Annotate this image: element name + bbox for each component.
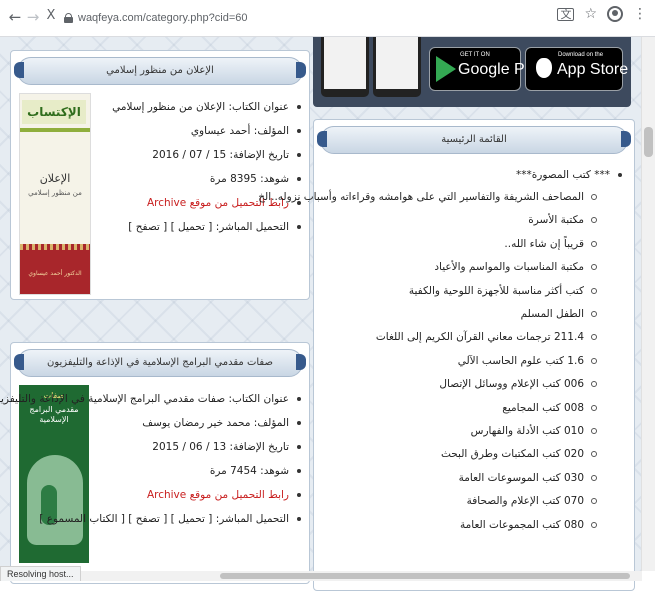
account-icon[interactable] <box>607 6 623 22</box>
horizontal-scrollbar-thumb[interactable] <box>220 573 630 579</box>
book-views-field: شوهد: 7454 مرة <box>91 459 301 483</box>
menu-subcategory-item[interactable]: 030 كتب الموسوعات العامة <box>324 467 624 490</box>
app-download-banner: GET IT ON Google Play Download on the Ap… <box>313 37 631 107</box>
google-play-icon <box>436 56 456 82</box>
lock-icon <box>64 13 73 23</box>
vertical-scrollbar[interactable] <box>641 37 655 571</box>
menu-subcategory-item[interactable]: 020 كتب المكتبات وطرق البحث <box>324 443 624 466</box>
menu-subcategory-item[interactable]: 006 كتب الإعلام ووسائل الإتصال <box>324 373 624 396</box>
cover-subtitle: من منظور إسلامي <box>28 189 82 197</box>
browser-toolbar: ← → X waqfeya.com/category.php?cid=60 文 … <box>0 0 655 37</box>
phone-image <box>373 37 421 97</box>
menu-category-photographed-books[interactable]: *** كتب المصورة*** <box>324 164 624 186</box>
bookmark-star-icon[interactable]: ☆ <box>584 6 597 22</box>
browser-menu-icon[interactable]: ⋮ <box>633 6 647 22</box>
book-panel-header: صفات مقدمي البرامج الإسلامية في الإذاعة … <box>14 349 306 377</box>
main-menu-title: القائمة الرئيسية <box>441 134 507 145</box>
book-panel: الإعلان من منظور إسلامي الإكتساب الإعلان… <box>10 50 310 300</box>
book-author-field: المؤلف: أحمد عيساوي <box>96 119 301 143</box>
menu-subcategory-item[interactable]: 211.4 ترجمات معاني القرآن الكريم إلى الل… <box>324 326 624 349</box>
stop-icon[interactable]: X <box>42 8 60 23</box>
book-date-field: تاريخ الإضافة: 13 / 06 / 2015 <box>91 435 301 459</box>
google-play-button[interactable]: GET IT ON Google Play <box>429 47 545 91</box>
cover-author: الدكتور أحمد عيساوي <box>28 270 82 277</box>
main-menu-header: القائمة الرئيسية <box>317 126 631 154</box>
book-panel: صفات مقدمي البرامج الإسلامية في الإذاعة … <box>0 342 310 584</box>
back-icon[interactable]: ← <box>6 8 24 26</box>
url-text[interactable]: waqfeya.com/category.php?cid=60 <box>78 12 248 24</box>
main-menu-panel: القائمة الرئيسية *** كتب المصورة*** المص… <box>258 119 635 591</box>
address-bar[interactable]: waqfeya.com/category.php?cid=60 <box>64 8 248 28</box>
book-author-field: المؤلف: محمد خير رمضان يوسف <box>91 411 301 435</box>
menu-subcategory-item[interactable]: مكتبة المناسبات والمواسم والأعياد <box>324 256 624 279</box>
google-play-small-label: GET IT ON <box>460 52 490 58</box>
book-cover-image[interactable]: الإكتساب الإعلان من منظور إسلامي الدكتور… <box>19 93 91 295</box>
apple-icon <box>536 58 552 78</box>
scrollbar-thumb[interactable] <box>644 127 653 157</box>
book-panel-header: الإعلان من منظور إسلامي <box>14 57 306 85</box>
status-bar: Resolving host... <box>0 566 81 581</box>
direct-download-links[interactable]: التحميل المباشر: [ تحميل ] [ تصفح ] [ ال… <box>39 507 301 531</box>
menu-subcategory-item[interactable]: كتب أكثر مناسبة للأجهزة اللوحية والكفية <box>324 280 624 303</box>
book-header-title[interactable]: الإعلان من منظور إسلامي <box>106 65 214 76</box>
menu-subcategory-item[interactable]: مكتبة الأسرة <box>324 209 624 232</box>
book-date-field: تاريخ الإضافة: 15 / 07 / 2016 <box>96 143 301 167</box>
menu-subcategory-item[interactable]: المصاحف الشريفة والتفاسير التي على هوامش… <box>258 186 624 209</box>
phone-image <box>321 37 369 97</box>
direct-download-links[interactable]: التحميل المباشر: [ تحميل ] [ تصفح ] <box>96 215 301 239</box>
menu-subcategory-item[interactable]: 008 كتب المجاميع <box>324 397 624 420</box>
book-title-field: عنوان الكتاب: الإعلان من منظور إسلامي <box>96 95 301 119</box>
menu-subcategory-item[interactable]: 010 كتب الأدلة والفهارس <box>324 420 624 443</box>
menu-subcategory-item[interactable]: 1.6 كتب علوم الحاسب الآلي <box>324 350 624 373</box>
book-cover-image[interactable]: صفات مقدمي البرامج الإسلامية <box>19 385 89 563</box>
menu-subcategory-item[interactable]: قريباً إن شاء الله.. <box>324 233 624 256</box>
book-header-title[interactable]: صفات مقدمي البرامج الإسلامية في الإذاعة … <box>47 357 273 368</box>
menu-subcategory-list: المصاحف الشريفة والتفاسير التي على هوامش… <box>258 186 624 537</box>
book-title-field: عنوان الكتاب: صفات مقدمي البرامج الإسلام… <box>0 387 301 411</box>
translate-icon[interactable]: 文 <box>557 7 575 21</box>
cover-logo: الإكتساب <box>22 100 86 124</box>
forward-icon[interactable]: → <box>24 8 42 26</box>
horizontal-scrollbar[interactable] <box>0 571 642 581</box>
menu-subcategory-item[interactable]: 070 كتب الإعلام والصحافة <box>324 490 624 513</box>
cover-title: الإعلان <box>39 172 71 185</box>
app-store-button[interactable]: Download on the App Store <box>525 47 628 91</box>
app-store-small-label: Download on the <box>558 52 604 58</box>
app-store-label: App Store <box>557 61 629 78</box>
archive-download-link[interactable]: رابط التحميل من موقع Archive <box>91 483 301 507</box>
menu-subcategory-item[interactable]: 080 كتب المجموعات العامة <box>324 514 624 537</box>
menu-subcategory-item[interactable]: الطفل المسلم <box>324 303 624 326</box>
